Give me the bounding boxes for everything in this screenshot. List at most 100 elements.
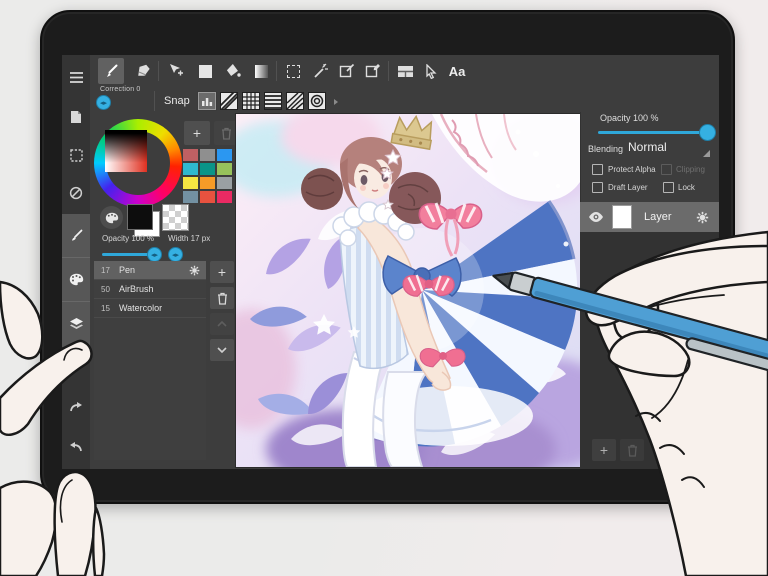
correction-knob[interactable]: ◂▸: [96, 95, 111, 110]
gradient-tool-button[interactable]: [248, 58, 274, 84]
lock-checkbox[interactable]: [663, 182, 674, 193]
layer-visibility-toggle[interactable]: [588, 211, 604, 223]
brush-size: 15: [101, 303, 110, 313]
color-swatch[interactable]: [183, 177, 198, 189]
snap-vanishing-icon: [287, 93, 303, 109]
chevron-up-icon: [217, 321, 227, 327]
draft-layer-label: Draft Layer: [608, 183, 648, 192]
brush-opacity-label: Opacity 100 %: [102, 234, 155, 243]
protect-alpha-checkbox[interactable]: [592, 164, 603, 175]
color-wheel[interactable]: [94, 119, 182, 207]
magic-wand-tool-button[interactable]: [308, 58, 334, 84]
snap-grid-button[interactable]: [242, 92, 260, 110]
snap-parallel-button[interactable]: [220, 92, 238, 110]
crop-pen-icon: [365, 64, 380, 78]
color-swatch[interactable]: [183, 191, 198, 203]
toolbar-separator: [276, 61, 277, 81]
snap-radial-button[interactable]: [308, 92, 326, 110]
brush-opacity-knob[interactable]: ◂▸: [147, 247, 162, 262]
delete-brush-button[interactable]: [210, 287, 234, 309]
color-swatch[interactable]: [200, 177, 215, 189]
color-swatch[interactable]: [200, 191, 215, 203]
move-icon: [169, 64, 183, 76]
menu-icon[interactable]: [62, 63, 90, 91]
pen-tool-button[interactable]: [98, 58, 124, 84]
snap-label: Snap: [164, 95, 190, 107]
text-tool-button[interactable]: Aa: [442, 58, 472, 84]
add-layer-label: +: [599, 442, 609, 458]
palette-tab[interactable]: [62, 258, 90, 302]
move-tool-button[interactable]: [162, 58, 188, 84]
layers-icon: [69, 318, 83, 329]
brush-tab[interactable]: [62, 214, 90, 258]
snap-off-button[interactable]: [198, 92, 216, 110]
saturation-square[interactable]: [105, 130, 147, 172]
brush-row-airbrush[interactable]: 50 AirBrush: [94, 280, 206, 299]
crop-pen-tool-button[interactable]: [360, 58, 386, 84]
layers-tab[interactable]: [62, 302, 90, 346]
fill-bucket-tool-button[interactable]: [220, 58, 246, 84]
deselect-icon[interactable]: [62, 179, 90, 207]
brush-width-knob[interactable]: ◂▸: [168, 247, 183, 262]
add-layer-button[interactable]: +: [592, 439, 616, 461]
eraser-tool-button[interactable]: [130, 58, 156, 84]
undo-icon[interactable]: [62, 433, 90, 461]
color-swatch[interactable]: [217, 163, 232, 175]
open-palette-button[interactable]: [100, 206, 123, 229]
snap-vanishing-button[interactable]: [286, 92, 304, 110]
shape-icon: [198, 64, 212, 78]
gear-icon: [696, 211, 709, 223]
pointer-tool-button[interactable]: [418, 58, 444, 84]
snap-grid-icon: [243, 93, 259, 109]
color-swatch[interactable]: [217, 191, 232, 203]
marquee-select-tool-button[interactable]: [280, 58, 306, 84]
redo-icon[interactable]: [62, 393, 90, 421]
color-swatch[interactable]: [183, 163, 198, 175]
delete-layer-button[interactable]: [620, 439, 644, 461]
clipping-checkbox[interactable]: [661, 164, 672, 175]
color-swatch[interactable]: [217, 149, 232, 161]
color-swatch[interactable]: [217, 177, 232, 189]
file-icon[interactable]: [62, 103, 90, 131]
trash-icon: [627, 444, 637, 457]
layer-list-area: [580, 232, 719, 469]
foreground-color-swatch[interactable]: [127, 204, 153, 230]
transform-tool-button[interactable]: [334, 58, 360, 84]
brush-move-up-button[interactable]: [210, 313, 234, 335]
canvas-artwork[interactable]: [206, 106, 616, 469]
layer-settings-gear[interactable]: [696, 211, 709, 224]
brush-name: Pen: [119, 265, 136, 275]
brush-name: AirBrush: [119, 284, 154, 294]
layer-thumbnail: [612, 205, 632, 229]
color-swatch[interactable]: [200, 163, 215, 175]
select-icon[interactable]: [62, 141, 90, 169]
layer-opacity-knob[interactable]: [699, 124, 716, 141]
snap-off-icon: [202, 98, 213, 106]
brush-settings-gear[interactable]: [189, 265, 200, 276]
transparent-color-swatch[interactable]: [162, 204, 189, 231]
add-swatch-button[interactable]: +: [184, 121, 210, 145]
brush-move-down-button[interactable]: [210, 339, 234, 361]
color-swatch[interactable]: [200, 149, 215, 161]
add-brush-button[interactable]: +: [210, 261, 234, 283]
snap-parallel-icon: [221, 93, 237, 109]
draft-layer-checkbox[interactable]: [592, 182, 603, 193]
add-brush-label: +: [217, 264, 227, 280]
brush-list: 17 Pen 50 AirBrush 15 Watercolor: [94, 261, 206, 460]
brush-name: Watercolor: [119, 303, 163, 313]
color-swatch[interactable]: [183, 149, 198, 161]
split-canvas-button[interactable]: [392, 58, 418, 84]
brush-row-pen[interactable]: 17 Pen: [94, 261, 206, 280]
snap-horizontal-button[interactable]: [264, 92, 282, 110]
layer-name: Layer: [644, 211, 672, 223]
layer-opacity-slider[interactable]: [598, 131, 712, 134]
clipping-label: Clipping: [676, 165, 705, 174]
shape-tool-button[interactable]: [192, 58, 218, 84]
gradient-icon: [254, 64, 268, 78]
blending-dropdown[interactable]: Normal: [628, 140, 712, 157]
palette-small-icon: [105, 212, 118, 223]
layer-row[interactable]: Layer: [580, 202, 719, 232]
delete-swatch-button[interactable]: [214, 121, 238, 145]
snap-more-arrow[interactable]: [334, 99, 338, 105]
brush-row-watercolor[interactable]: 15 Watercolor: [94, 299, 206, 318]
